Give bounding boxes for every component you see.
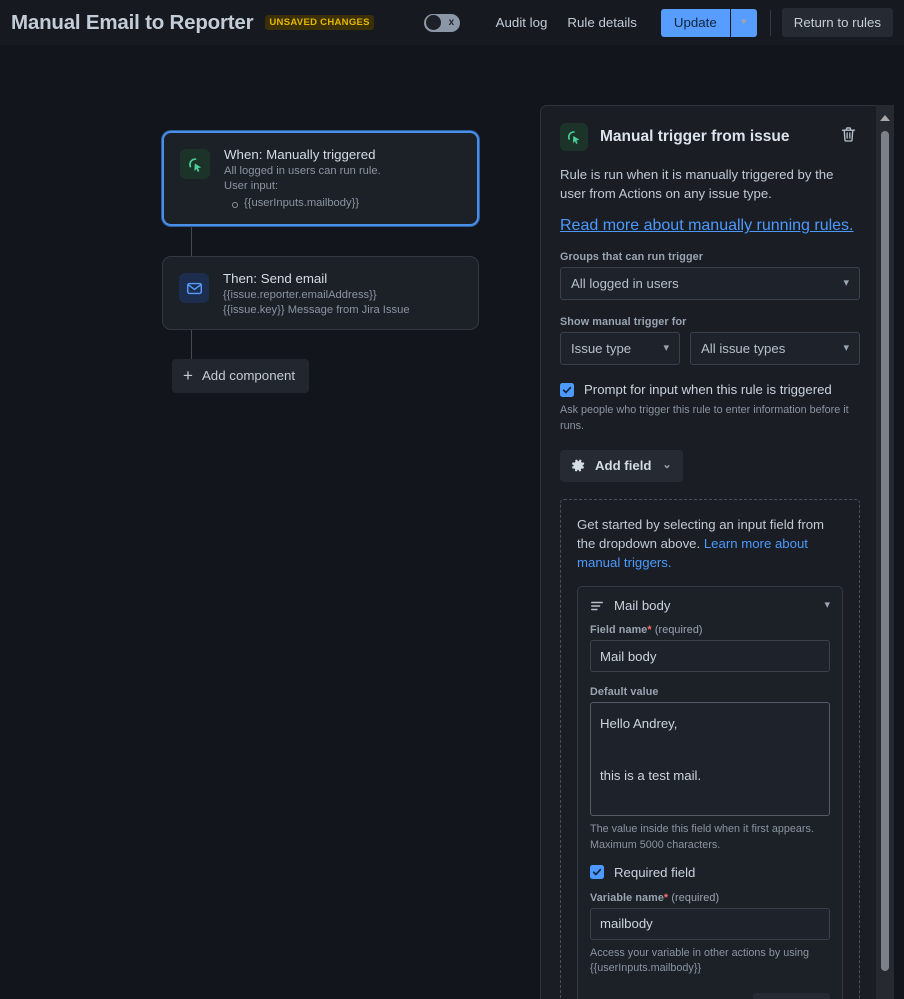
connector-line-2 <box>191 330 192 361</box>
toggle-off-icon: x <box>448 16 455 28</box>
add-component-button[interactable]: + Add component <box>172 359 310 393</box>
action-node-title: Then: Send email <box>223 271 328 286</box>
trigger-node-bullet: {{userInputs.mailbody}} <box>232 197 461 209</box>
update-dropdown-button[interactable]: ▾ <box>729 8 757 37</box>
variable-name-label: Variable name* (required) <box>590 892 830 904</box>
add-field-button[interactable]: Add field ⌄ <box>560 450 683 483</box>
panel-description: Rule is run when it is manually triggere… <box>560 167 834 201</box>
field-card-title: Mail body <box>614 598 671 614</box>
plus-icon: + <box>183 366 193 385</box>
add-component-label: Add component <box>201 368 296 383</box>
required-field-checkbox[interactable] <box>590 865 604 880</box>
default-value-label: Default value <box>590 686 659 699</box>
main-body: When: Manually triggered All logged in u… <box>0 45 904 999</box>
field-name-label: Field name* (required) <box>590 624 830 636</box>
variable-name-input[interactable]: mailbody <box>590 907 830 940</box>
text-lines-icon <box>590 599 604 613</box>
all-issue-types-select[interactable]: All issue types ▾ <box>690 332 860 366</box>
scrollbar-thumb[interactable] <box>881 131 889 971</box>
field-name-input[interactable]: Mail body <box>590 640 830 673</box>
required-text: (required) <box>671 891 720 904</box>
remove-row: Remove <box>590 992 830 999</box>
field-card-header[interactable]: Mail body ▾ <box>578 587 842 624</box>
chevron-down-icon: ⌄ <box>662 459 672 472</box>
manual-trigger-icon <box>560 123 588 151</box>
issue-type-select[interactable]: Issue type ▾ <box>560 332 680 366</box>
variable-name-label-text: Variable name <box>590 891 664 904</box>
header-divider <box>769 9 771 36</box>
audit-log-link[interactable]: Audit log <box>486 9 558 36</box>
delete-trigger-button[interactable] <box>837 123 860 151</box>
panel-scrollbar[interactable] <box>876 105 894 999</box>
trigger-node-line1: All logged in users can run rule. <box>224 165 381 177</box>
header-actions: x Audit log Rule details Update ▾ Return… <box>423 8 893 37</box>
rule-node-action[interactable]: Then: Send email {{issue.reporter.emailA… <box>162 256 479 330</box>
required-text: (required) <box>654 624 703 637</box>
field-name-label-text: Field name <box>590 624 648 637</box>
prompt-for-input-label: Prompt for input when this rule is trigg… <box>584 382 832 398</box>
scrollbar-up-arrow[interactable] <box>876 109 894 126</box>
update-button[interactable]: Update <box>660 8 730 37</box>
prompt-for-input-row: Prompt for input when this rule is trigg… <box>560 382 860 397</box>
manual-trigger-icon <box>180 149 210 179</box>
show-trigger-label: Show manual trigger for <box>560 316 687 329</box>
prompt-help-text: Ask people who trigger this rule to ente… <box>560 404 849 432</box>
chevron-down-icon: ▾ <box>663 342 669 355</box>
default-value-help: The value inside this field when it firs… <box>590 823 814 851</box>
trigger-node-body: When: Manually triggered All logged in u… <box>224 147 461 210</box>
rule-details-link[interactable]: Rule details <box>557 9 646 36</box>
trigger-details-panel: Manual trigger from issue Rule is run wh… <box>540 105 892 999</box>
toggle-knob <box>425 15 441 30</box>
field-card-body: Field name* (required) Mail body Default… <box>578 624 842 999</box>
required-field-label: Required field <box>614 864 696 880</box>
add-field-label: Add field <box>595 458 652 474</box>
unsaved-changes-badge: UNSAVED CHANGES <box>265 15 374 30</box>
update-split-button: Update ▾ <box>660 8 757 37</box>
trigger-node-title: When: Manually triggered <box>224 147 376 162</box>
email-icon <box>179 273 209 303</box>
rule-node-trigger[interactable]: When: Manually triggered All logged in u… <box>162 131 479 226</box>
field-card: Mail body ▾ Field name* (required) Mail … <box>577 586 843 999</box>
dashed-intro-text: Get started by selecting an input field … <box>577 516 843 572</box>
groups-field-label: Groups that can run trigger <box>560 251 704 264</box>
action-node-body: Then: Send email {{issue.reporter.emailA… <box>223 271 462 317</box>
return-to-rules-button[interactable]: Return to rules <box>781 8 893 37</box>
default-value-textarea[interactable]: Hello Andrey, this is a test mail. Best … <box>590 702 830 817</box>
panel-title: Manual trigger from issue <box>600 128 790 145</box>
rule-enabled-toggle[interactable]: x <box>423 13 460 32</box>
issue-type-select-value: Issue type <box>571 341 632 357</box>
chevron-down-icon: ▾ <box>843 342 849 355</box>
chevron-down-icon: ▾ <box>824 599 830 612</box>
remove-field-button[interactable]: Remove <box>752 992 830 999</box>
input-fields-container: Get started by selecting an input field … <box>560 499 860 999</box>
trigger-node-line2: User input: <box>224 180 279 193</box>
chevron-down-icon: ▾ <box>741 16 747 28</box>
prompt-for-input-checkbox[interactable] <box>560 382 574 397</box>
variable-name-help: Access your variable in other actions by… <box>590 946 810 975</box>
app-header: Manual Email to Reporter UNSAVED CHANGES… <box>0 0 904 45</box>
required-field-row: Required field <box>590 865 830 880</box>
read-more-link[interactable]: Read more about manually running rules. <box>560 217 854 234</box>
panel-content: Manual trigger from issue Rule is run wh… <box>541 106 879 999</box>
panel-header: Manual trigger from issue <box>560 123 860 151</box>
rule-canvas: When: Manually triggered All logged in u… <box>0 45 530 999</box>
groups-select-value: All logged in users <box>571 276 679 292</box>
required-star: * <box>647 624 652 637</box>
action-node-line2: {{issue.key}} Message from Jira Issue <box>223 304 410 317</box>
gear-icon <box>571 458 586 473</box>
all-issue-types-select-value: All issue types <box>701 341 786 357</box>
connector-line-1 <box>191 226 192 256</box>
action-node-line1: {{issue.reporter.emailAddress}} <box>223 289 377 301</box>
groups-select[interactable]: All logged in users ▾ <box>560 267 860 301</box>
page-title: Manual Email to Reporter <box>11 10 254 34</box>
required-star: * <box>663 891 669 904</box>
chevron-down-icon: ▾ <box>843 277 849 290</box>
triangle-up-icon <box>880 114 890 121</box>
show-trigger-row: Issue type ▾ All issue types ▾ <box>560 332 860 366</box>
